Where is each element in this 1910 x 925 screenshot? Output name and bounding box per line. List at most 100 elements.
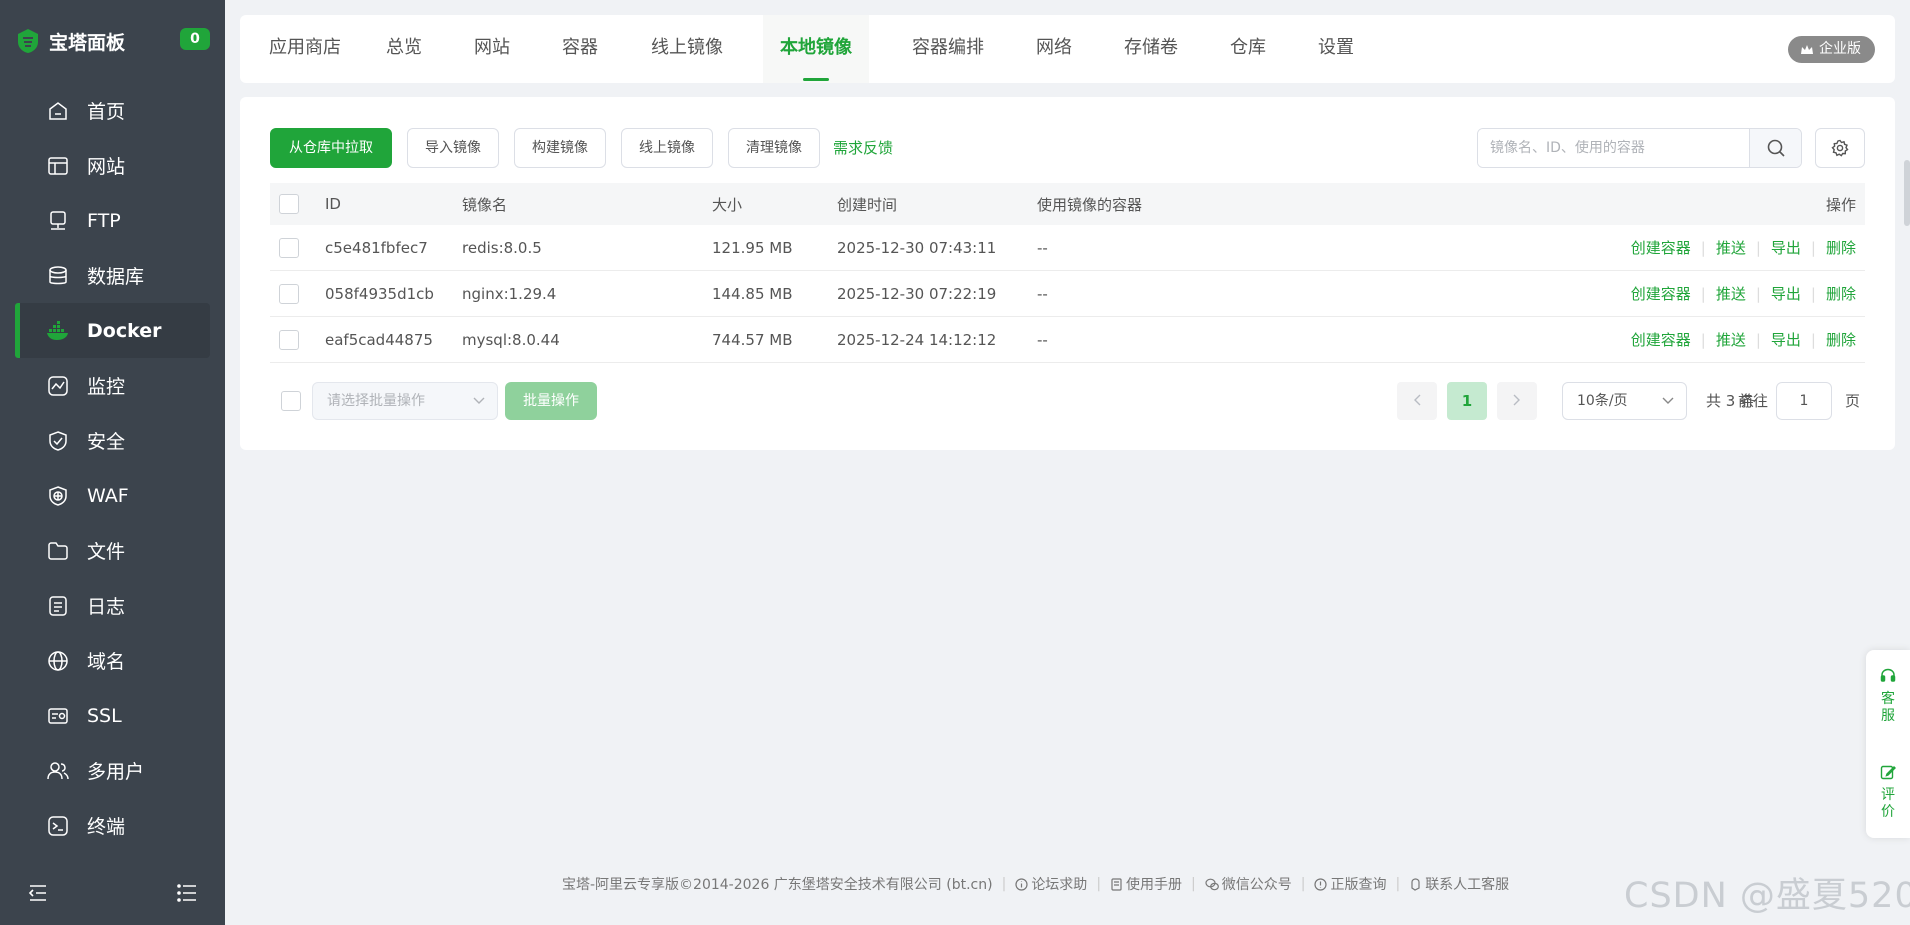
goto-page-input[interactable]: 1 xyxy=(1776,382,1832,420)
sidebar-item-label: FTP xyxy=(87,209,121,232)
footer-link-label: 正版查询 xyxy=(1330,877,1387,893)
delete-link[interactable]: 删除 xyxy=(1826,283,1856,304)
header-size: 大小 xyxy=(712,195,743,214)
page-number[interactable]: 1 xyxy=(1447,382,1487,420)
sidebar-item-logs[interactable]: 日志 xyxy=(0,578,225,633)
sidebar-item-ftp[interactable]: FTP xyxy=(0,193,225,248)
wechat-icon xyxy=(1205,878,1219,890)
export-link[interactable]: 导出 xyxy=(1771,283,1801,304)
tab-local-images[interactable]: 本地镜像 xyxy=(763,15,869,83)
sidebar-item-label: 终端 xyxy=(87,816,126,838)
export-link[interactable]: 导出 xyxy=(1771,237,1801,258)
batch-action-button[interactable]: 批量操作 xyxy=(505,382,597,420)
column-settings-button[interactable] xyxy=(1815,128,1865,168)
build-image-button[interactable]: 构建镜像 xyxy=(514,128,606,168)
row-checkbox[interactable] xyxy=(279,329,299,350)
scrollbar[interactable] xyxy=(1904,160,1910,226)
message-badge[interactable]: 0 xyxy=(180,28,210,50)
push-link[interactable]: 推送 xyxy=(1716,283,1746,304)
chevron-right-icon xyxy=(1513,394,1520,406)
tab-containers[interactable]: 容器 xyxy=(560,15,600,83)
tab-websites[interactable]: 网站 xyxy=(472,15,512,83)
tab-network[interactable]: 网络 xyxy=(1034,15,1074,83)
brand[interactable]: 宝塔面板 0 xyxy=(16,26,210,56)
rate-button[interactable]: 评价 xyxy=(1866,764,1910,821)
header-created: 创建时间 xyxy=(837,195,898,214)
sidebar-item-label: 文件 xyxy=(87,541,126,563)
sidebar-item-ssl[interactable]: SSL xyxy=(0,688,225,743)
edit-icon xyxy=(1880,765,1896,780)
brand-name: 宝塔面板 xyxy=(49,31,126,54)
tab-settings[interactable]: 设置 xyxy=(1316,15,1356,83)
prev-page-button[interactable] xyxy=(1397,382,1437,420)
sidebar-item-monitor[interactable]: 监控 xyxy=(0,358,225,413)
push-link[interactable]: 推送 xyxy=(1716,329,1746,350)
enterprise-button[interactable]: 企业版 xyxy=(1788,36,1875,63)
sidebar-item-domain[interactable]: 域名 xyxy=(0,633,225,688)
footer-link-verify[interactable]: 正版查询 xyxy=(1314,874,1386,894)
export-link[interactable]: 导出 xyxy=(1771,329,1801,350)
image-name: mysql:8.0.44 xyxy=(462,330,560,349)
folder-icon xyxy=(46,539,70,563)
online-image-button[interactable]: 线上镜像 xyxy=(621,128,713,168)
tab-compose[interactable]: 容器编排 xyxy=(910,15,986,83)
sidebar-item-database[interactable]: 数据库 xyxy=(0,248,225,303)
sidebar-item-users[interactable]: 多用户 xyxy=(0,743,225,798)
sidebar-item-security[interactable]: 安全 xyxy=(0,413,225,468)
create-container-link[interactable]: 创建容器 xyxy=(1631,283,1691,304)
customer-service-button[interactable]: 客服 xyxy=(1866,668,1910,725)
table-row: 058f4935d1cb nginx:1.29.4 144.85 MB 2025… xyxy=(270,271,1865,317)
footer-link-manual[interactable]: 使用手册 xyxy=(1110,874,1182,894)
row-checkbox[interactable] xyxy=(279,237,299,258)
sidebar-item-label: 多用户 xyxy=(87,761,145,783)
create-container-link[interactable]: 创建容器 xyxy=(1631,329,1691,350)
ftp-icon xyxy=(46,209,70,233)
feedback-link[interactable]: 需求反馈 xyxy=(833,128,893,168)
image-size: 744.57 MB xyxy=(712,330,793,349)
delete-link[interactable]: 删除 xyxy=(1826,329,1856,350)
batch-action-select[interactable]: 请选择批量操作 xyxy=(312,382,498,420)
image-containers: -- xyxy=(1037,284,1048,303)
image-id: eaf5cad44875 xyxy=(325,330,433,349)
search-input[interactable] xyxy=(1478,129,1750,167)
delete-link[interactable]: 删除 xyxy=(1826,237,1856,258)
tab-registry[interactable]: 仓库 xyxy=(1228,15,1268,83)
collapse-sidebar-icon[interactable] xyxy=(28,884,48,906)
row-checkbox[interactable] xyxy=(279,283,299,304)
tab-volumes[interactable]: 存储卷 xyxy=(1122,15,1180,83)
sidebar-item-home[interactable]: 首页 xyxy=(0,83,225,138)
push-link[interactable]: 推送 xyxy=(1716,237,1746,258)
sidebar-item-files[interactable]: 文件 xyxy=(0,523,225,578)
sidebar-item-website[interactable]: 网站 xyxy=(0,138,225,193)
footer-link-wechat[interactable]: 微信公众号 xyxy=(1205,874,1292,894)
import-image-button[interactable]: 导入镜像 xyxy=(407,128,499,168)
bt-logo-icon xyxy=(18,29,38,53)
tab-online-images[interactable]: 线上镜像 xyxy=(649,15,725,83)
pull-image-button[interactable]: 从仓库中拉取 xyxy=(270,128,392,168)
search-box xyxy=(1477,128,1802,168)
image-size: 144.85 MB xyxy=(712,284,793,303)
sidebar-item-label: 安全 xyxy=(87,431,126,453)
tab-overview[interactable]: 总览 xyxy=(384,15,424,83)
header-containers: 使用镜像的容器 xyxy=(1037,195,1143,214)
menu-list-icon[interactable] xyxy=(177,884,197,906)
create-container-link[interactable]: 创建容器 xyxy=(1631,237,1691,258)
page-size-select[interactable]: 10条/页 xyxy=(1562,382,1687,420)
row-actions: 创建容器 | 推送 | 导出 | 删除 xyxy=(1630,329,1856,350)
sidebar-item-label: SSL xyxy=(87,704,122,727)
image-containers: -- xyxy=(1037,330,1048,349)
footer-link-forum[interactable]: 论坛求助 xyxy=(1015,874,1087,894)
database-icon xyxy=(46,264,70,288)
clean-image-button[interactable]: 清理镜像 xyxy=(728,128,820,168)
next-page-button[interactable] xyxy=(1497,382,1537,420)
image-containers: -- xyxy=(1037,238,1048,257)
select-all-checkbox[interactable] xyxy=(279,194,299,214)
sidebar-item-waf[interactable]: WAF xyxy=(0,468,225,523)
search-button[interactable] xyxy=(1749,129,1801,167)
footer-link-support[interactable]: 联系人工客服 xyxy=(1409,874,1509,894)
image-id: 058f4935d1cb xyxy=(325,284,434,303)
batch-select-checkbox[interactable] xyxy=(281,391,301,411)
tab-app-store[interactable]: 应用商店 xyxy=(267,15,343,83)
sidebar-item-docker[interactable]: Docker xyxy=(15,303,210,358)
sidebar-item-terminal[interactable]: 终端 xyxy=(0,798,225,853)
